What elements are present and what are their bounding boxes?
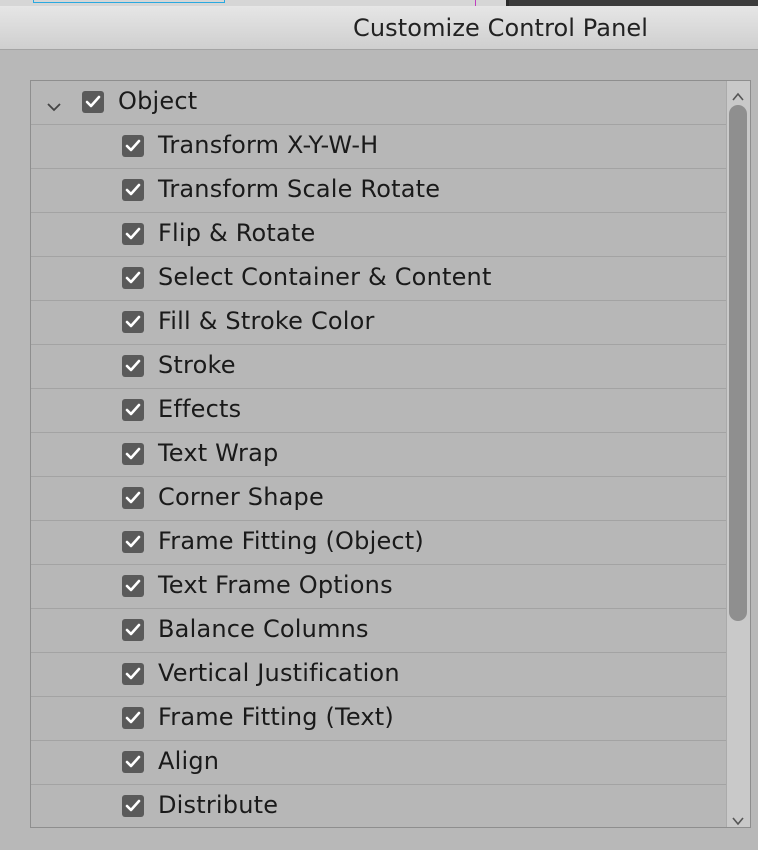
tree-child-label: Balance Columns: [158, 615, 369, 643]
chevron-down-icon[interactable]: [732, 811, 744, 826]
tree-child-row[interactable]: Vertical Justification: [31, 653, 726, 697]
tree-child-row[interactable]: Align: [31, 741, 726, 785]
checkmark-icon: [125, 315, 141, 328]
checkmark-icon: [125, 623, 141, 636]
tree-child-row[interactable]: Frame Fitting (Object): [31, 521, 726, 565]
checkmark-icon: [125, 579, 141, 592]
checkbox[interactable]: [122, 179, 144, 201]
checkmark-icon: [125, 799, 141, 812]
tree-child-label: Vertical Justification: [158, 659, 400, 687]
tree-child-row[interactable]: Text Frame Options: [31, 565, 726, 609]
tree-child-row[interactable]: Effects: [31, 389, 726, 433]
tree-child-row[interactable]: Transform Scale Rotate: [31, 169, 726, 213]
checkbox[interactable]: [122, 531, 144, 553]
tree-root-row[interactable]: Object: [31, 81, 726, 125]
dialog-titlebar[interactable]: Customize Control Panel: [0, 6, 758, 50]
tree-child-label: Fill & Stroke Color: [158, 307, 375, 335]
checkmark-icon: [125, 535, 141, 548]
checkbox[interactable]: [122, 619, 144, 641]
chevron-up-icon[interactable]: [732, 87, 744, 101]
checkbox[interactable]: [122, 663, 144, 685]
checkmark-icon: [85, 95, 101, 108]
tree-child-row[interactable]: Fill & Stroke Color: [31, 301, 726, 345]
checkmark-icon: [125, 359, 141, 372]
tree-child-row[interactable]: Select Container & Content: [31, 257, 726, 301]
tree-child-label: Distribute: [158, 791, 279, 819]
scrollbar-thumb[interactable]: [729, 105, 747, 621]
tree-child-label: Align: [158, 747, 220, 775]
background-tab-edge: [33, 0, 225, 3]
checkmark-icon: [125, 711, 141, 724]
tree-child-row[interactable]: Distribute: [31, 785, 726, 827]
vertical-scrollbar[interactable]: [726, 81, 750, 827]
tree-child-label: Text Frame Options: [158, 571, 393, 599]
tree-child-row[interactable]: Transform X-Y-W-H: [31, 125, 726, 169]
checkbox-object[interactable]: [82, 91, 104, 113]
tree-child-label: Text Wrap: [158, 439, 279, 467]
tree-child-row[interactable]: Text Wrap: [31, 433, 726, 477]
checkmark-icon: [125, 667, 141, 680]
tree-child-row[interactable]: Frame Fitting (Text): [31, 697, 726, 741]
tree-root-label: Object: [118, 87, 198, 115]
checkbox[interactable]: [122, 575, 144, 597]
checkbox[interactable]: [122, 707, 144, 729]
checkmark-icon: [125, 139, 141, 152]
chevron-down-icon[interactable]: [47, 97, 61, 112]
options-list-panel: Object Transform X-Y-W-H Transform Scale …: [30, 80, 751, 828]
checkbox[interactable]: [122, 795, 144, 817]
tree-child-row[interactable]: Corner Shape: [31, 477, 726, 521]
tree-child-label: Effects: [158, 395, 242, 423]
checkbox[interactable]: [122, 267, 144, 289]
checkmark-icon: [125, 447, 141, 460]
checkmark-icon: [125, 755, 141, 768]
tree-child-label: Frame Fitting (Object): [158, 527, 424, 555]
tree-child-label: Stroke: [158, 351, 236, 379]
checkmark-icon: [125, 271, 141, 284]
tree-child-row[interactable]: Stroke: [31, 345, 726, 389]
checkbox[interactable]: [122, 399, 144, 421]
checkbox[interactable]: [122, 135, 144, 157]
checkbox[interactable]: [122, 223, 144, 245]
tree-child-row[interactable]: Flip & Rotate: [31, 213, 726, 257]
tree-child-label: Select Container & Content: [158, 263, 492, 291]
tree-child-label: Transform X-Y-W-H: [158, 131, 379, 159]
tree-child-label: Transform Scale Rotate: [158, 175, 441, 203]
tree-child-label: Corner Shape: [158, 483, 324, 511]
checkbox[interactable]: [122, 355, 144, 377]
checkmark-icon: [125, 183, 141, 196]
options-tree: Object Transform X-Y-W-H Transform Scale …: [31, 81, 726, 827]
tree-child-label: Flip & Rotate: [158, 219, 316, 247]
tree-child-label: Frame Fitting (Text): [158, 703, 394, 731]
checkmark-icon: [125, 403, 141, 416]
checkmark-icon: [125, 227, 141, 240]
checkbox[interactable]: [122, 487, 144, 509]
checkbox[interactable]: [122, 443, 144, 465]
checkbox[interactable]: [122, 311, 144, 333]
dialog-title: Customize Control Panel: [353, 14, 649, 42]
checkmark-icon: [125, 491, 141, 504]
tree-child-row[interactable]: Balance Columns: [31, 609, 726, 653]
checkbox[interactable]: [122, 751, 144, 773]
